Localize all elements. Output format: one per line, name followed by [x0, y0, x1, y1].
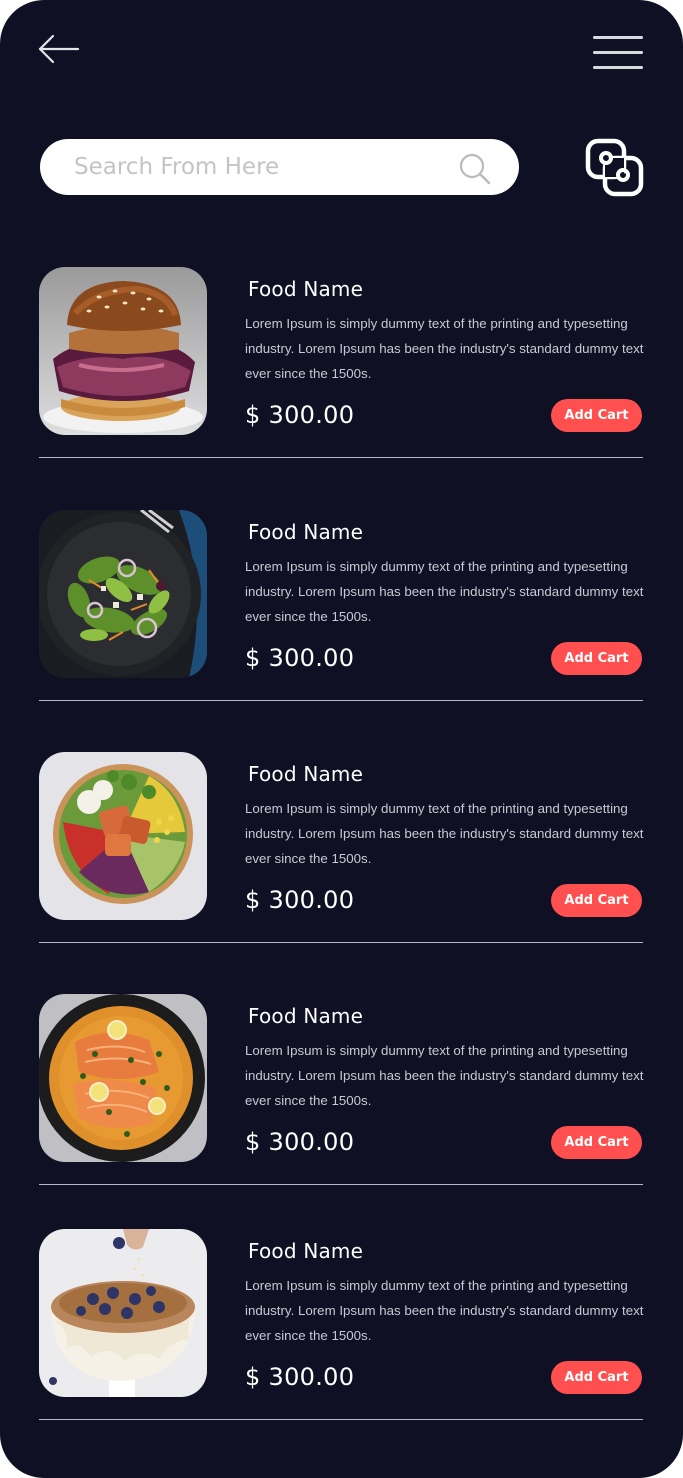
divider — [39, 942, 643, 943]
food-description: Lorem Ipsum is simply dummy text of the … — [245, 801, 644, 866]
app-screen: Food Name Lorem Ipsum is simply dummy te… — [0, 0, 683, 1478]
food-price: $ 300.00 — [245, 886, 355, 914]
food-name: Food Name — [248, 1004, 364, 1028]
food-item[interactable]: Food Name Lorem Ipsum is simply dummy te… — [0, 267, 683, 467]
add-cart-button[interactable]: Add Cart — [551, 1361, 642, 1394]
scan-button[interactable] — [585, 138, 645, 198]
add-cart-button[interactable]: Add Cart — [551, 1126, 642, 1159]
food-name: Food Name — [248, 520, 364, 544]
food-price: $ 300.00 — [245, 401, 355, 429]
menu-button[interactable] — [591, 34, 645, 74]
food-image-burger — [39, 267, 207, 435]
food-name: Food Name — [248, 277, 364, 301]
hamburger-menu-icon — [593, 36, 643, 39]
food-price: $ 300.00 — [245, 1363, 355, 1391]
food-description: Lorem Ipsum is simply dummy text of the … — [245, 1043, 644, 1108]
search-bar — [40, 139, 519, 195]
food-price: $ 300.00 — [245, 1128, 355, 1156]
food-image-bowl — [39, 752, 207, 920]
food-item[interactable]: Food Name Lorem Ipsum is simply dummy te… — [0, 752, 683, 952]
food-description: Lorem Ipsum is simply dummy text of the … — [245, 559, 644, 624]
divider — [39, 1184, 643, 1185]
divider — [39, 1419, 643, 1420]
add-cart-button[interactable]: Add Cart — [551, 884, 642, 917]
arrow-left-icon — [38, 34, 80, 64]
food-item[interactable]: Food Name Lorem Ipsum is simply dummy te… — [0, 994, 683, 1194]
food-name: Food Name — [248, 762, 364, 786]
food-price: $ 300.00 — [245, 644, 355, 672]
divider — [39, 700, 643, 701]
scan-icon — [585, 138, 644, 197]
hamburger-line — [593, 51, 643, 54]
food-item[interactable]: Food Name Lorem Ipsum is simply dummy te… — [0, 510, 683, 710]
hamburger-line — [593, 66, 643, 69]
search-input[interactable] — [74, 139, 474, 195]
back-button[interactable] — [36, 32, 82, 68]
food-image-curry — [39, 994, 207, 1162]
food-image-salad — [39, 510, 207, 678]
add-cart-button[interactable]: Add Cart — [551, 642, 642, 675]
food-image-cake — [39, 1229, 207, 1397]
food-name: Food Name — [248, 1239, 364, 1263]
add-cart-button[interactable]: Add Cart — [551, 399, 642, 432]
divider — [39, 457, 643, 458]
search-icon[interactable] — [458, 152, 492, 186]
food-item[interactable]: Food Name Lorem Ipsum is simply dummy te… — [0, 1229, 683, 1429]
food-description: Lorem Ipsum is simply dummy text of the … — [245, 1278, 644, 1343]
food-description: Lorem Ipsum is simply dummy text of the … — [245, 316, 644, 381]
